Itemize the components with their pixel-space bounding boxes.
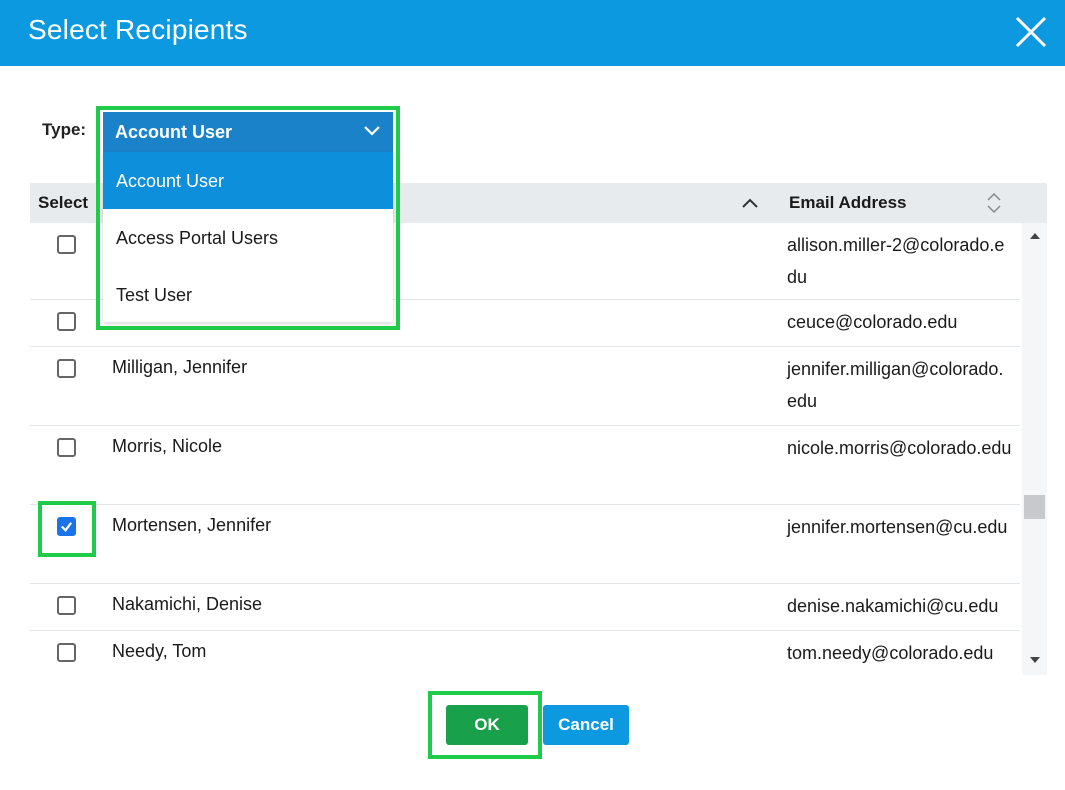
cancel-button[interactable]: Cancel: [543, 705, 629, 745]
recipient-name: Milligan, Jennifer: [112, 357, 248, 377]
recipient-name: Needy, Tom: [112, 641, 207, 661]
row-checkbox[interactable]: [57, 438, 76, 457]
table-row[interactable]: Mortensen, Jennifer jennifer.mortensen@c…: [30, 505, 1020, 584]
recipient-email: denise.nakamichi@cu.edu: [787, 596, 999, 616]
table-row[interactable]: Nakamichi, Denise denise.nakamichi@cu.ed…: [30, 584, 1020, 631]
recipient-email: jennifer.milligan@colorado.edu: [787, 359, 1004, 411]
dialog-header: Select Recipients: [0, 0, 1065, 66]
recipient-email: jennifer.mortensen@cu.edu: [787, 517, 1008, 537]
type-select[interactable]: Account User: [103, 112, 393, 152]
scroll-down-icon[interactable]: [1030, 657, 1040, 663]
recipient-name: Morris, Nicole: [112, 436, 223, 456]
scrollbar-thumb[interactable]: [1024, 495, 1045, 519]
row-checkbox[interactable]: [57, 312, 76, 331]
type-option-test-user[interactable]: Test User: [103, 266, 393, 323]
close-icon[interactable]: [1011, 12, 1051, 52]
row-checkbox[interactable]: [57, 596, 76, 615]
row-checkbox-checked[interactable]: [57, 517, 76, 536]
table-row[interactable]: Needy, Tom tom.needy@colorado.edu: [30, 631, 1020, 675]
row-checkbox[interactable]: [57, 643, 76, 662]
type-label: Type:: [42, 120, 87, 139]
check-icon: [61, 522, 73, 532]
ok-button[interactable]: OK: [446, 705, 528, 745]
recipient-email: tom.needy@colorado.edu: [787, 643, 994, 663]
recipient-name: Nakamichi, Denise: [112, 594, 263, 614]
recipient-name: Mortensen, Jennifer: [112, 515, 272, 535]
column-header-select[interactable]: Select: [38, 193, 88, 213]
recipient-email: ceuce@colorado.edu: [787, 312, 958, 332]
grid-scrollbar[interactable]: [1022, 223, 1047, 675]
row-checkbox[interactable]: [57, 359, 76, 378]
dialog-title: Select Recipients: [28, 14, 248, 45]
table-row[interactable]: Morris, Nicole nicole.morris@colorado.ed…: [30, 426, 1020, 505]
recipient-email: nicole.morris@colorado.edu: [787, 438, 1012, 458]
type-option-access-portal-users[interactable]: Access Portal Users: [103, 209, 393, 266]
sort-icon[interactable]: [985, 191, 1003, 215]
select-recipients-dialog: Select Recipients Type: Account User Acc…: [0, 0, 1065, 790]
type-dropdown: Account User Access Portal Users Test Us…: [103, 152, 393, 322]
scroll-up-icon[interactable]: [1030, 233, 1040, 239]
type-select-value: Account User: [115, 122, 233, 142]
type-option-account-user[interactable]: Account User: [103, 152, 393, 209]
recipient-email: allison.miller-2@colorado.edu: [787, 235, 1005, 287]
table-row[interactable]: Milligan, Jennifer jennifer.milligan@col…: [30, 347, 1020, 426]
column-header-email[interactable]: Email Address: [789, 193, 906, 213]
sort-ascending-icon[interactable]: [740, 195, 760, 211]
chevron-down-icon: [364, 126, 380, 136]
row-checkbox[interactable]: [57, 235, 76, 254]
